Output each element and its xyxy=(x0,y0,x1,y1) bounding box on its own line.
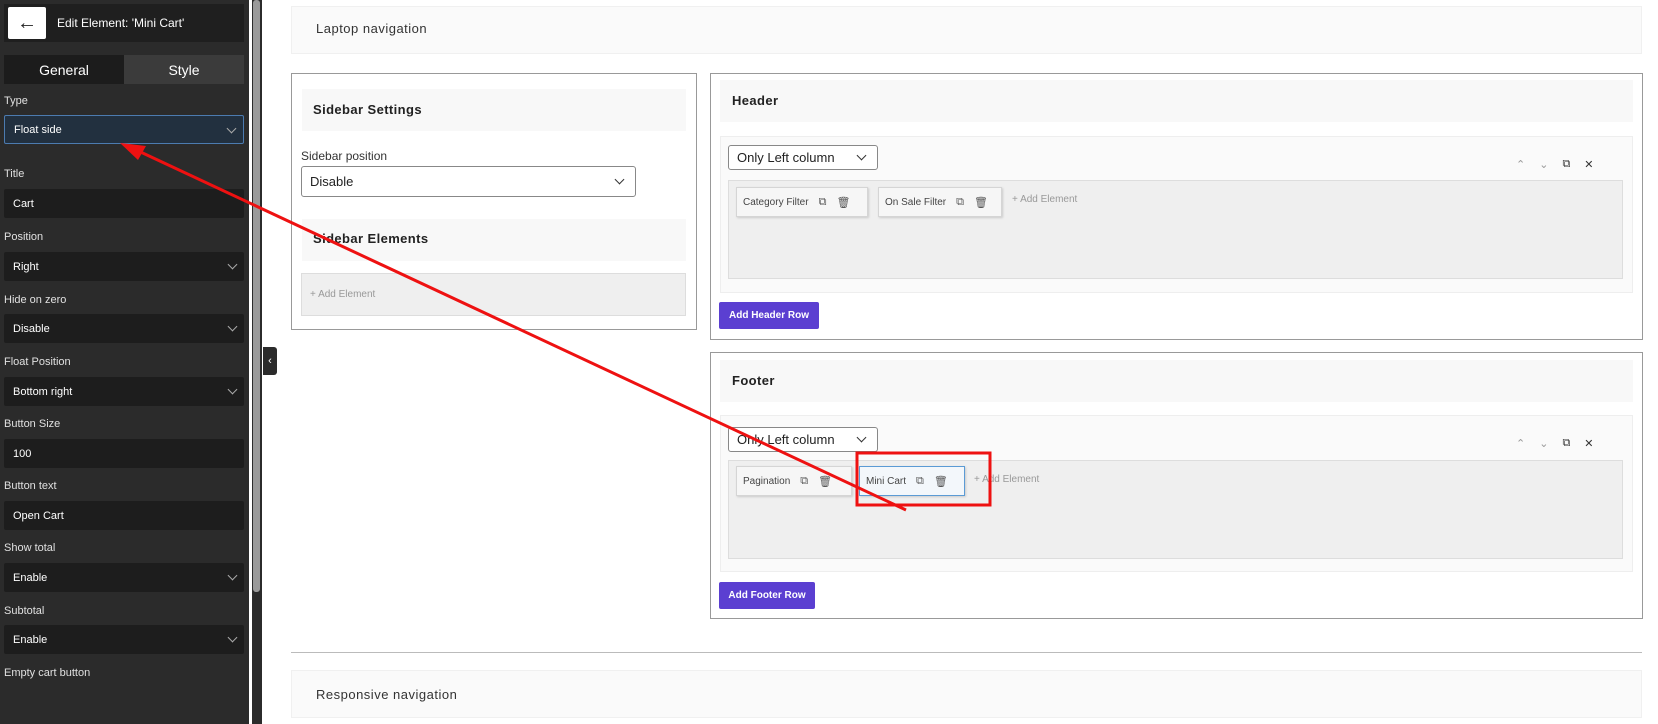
header-section-header xyxy=(720,80,1633,122)
duplicate-icon[interactable]: ⧉ xyxy=(819,196,827,209)
empty-cart-button-label: Empty cart button xyxy=(4,667,91,679)
panel-scrollbar-thumb[interactable] xyxy=(253,0,260,592)
chevron-down-icon xyxy=(856,432,867,443)
sidebar-settings-title: Sidebar Settings xyxy=(313,102,422,117)
button-size-value: 100 xyxy=(13,447,32,460)
duplicate-icon[interactable]: ⧉ xyxy=(1562,437,1570,450)
footer-column-value: Only Left column xyxy=(737,432,835,447)
chip-label: On Sale Filter xyxy=(885,196,947,208)
button-text-input[interactable]: Open Cart xyxy=(4,501,244,530)
chip-mini-cart[interactable]: Mini Cart ⧉ 🗑 xyxy=(859,466,965,496)
edit-element-panel: ← Edit Element: 'Mini Cart' General Styl… xyxy=(0,0,249,724)
chip-pagination[interactable]: Pagination ⧉ 🗑 xyxy=(736,466,852,496)
type-value: Float side xyxy=(14,123,62,136)
laptop-navigation-title: Laptop navigation xyxy=(316,21,428,36)
button-text-label: Button text xyxy=(4,480,57,492)
chip-label: Pagination xyxy=(743,475,791,487)
button-size-label: Button Size xyxy=(4,418,61,430)
panel-title: Edit Element: 'Mini Cart' xyxy=(57,16,185,30)
footer-title: Footer xyxy=(732,373,775,388)
responsive-navigation-title: Responsive navigation xyxy=(316,687,458,702)
sidebar-elements-title: Sidebar Elements xyxy=(313,231,429,246)
panel-header: ← Edit Element: 'Mini Cart' xyxy=(4,4,244,42)
chevron-down-icon xyxy=(227,570,238,581)
footer-section-header xyxy=(720,360,1633,402)
sidebar-position-select[interactable]: Disable xyxy=(301,166,636,197)
responsive-navigation-bar xyxy=(291,670,1642,718)
laptop-navigation-bar xyxy=(291,6,1642,54)
sidebar-add-element[interactable]: + Add Element xyxy=(301,273,686,316)
hide-on-zero-select[interactable]: Disable xyxy=(4,314,244,343)
subtotal-label: Subtotal xyxy=(4,605,45,617)
trash-icon[interactable]: 🗑 xyxy=(836,196,850,209)
chip-category-filter[interactable]: Category Filter ⧉ 🗑 xyxy=(736,187,868,217)
chip-label: Mini Cart xyxy=(866,475,907,487)
chevron-down-icon xyxy=(227,632,238,643)
button-text-value: Open Cart xyxy=(13,509,64,522)
header-row-actions: ⌃ ⌄ ⧉ ✕ xyxy=(1516,158,1594,171)
panel-tabs: General Style xyxy=(4,55,244,84)
title-input[interactable]: Cart xyxy=(4,189,244,218)
add-footer-row-button[interactable]: Add Footer Row xyxy=(719,582,815,609)
chevron-down-icon xyxy=(614,174,625,185)
show-total-value: Enable xyxy=(13,571,48,584)
chip-on-sale-filter[interactable]: On Sale Filter ⧉ 🗑 xyxy=(878,187,1002,217)
footer-column-select[interactable]: Only Left column xyxy=(728,427,878,452)
show-total-select[interactable]: Enable xyxy=(4,563,244,592)
subtotal-value: Enable xyxy=(13,633,48,646)
float-position-value: Bottom right xyxy=(13,385,73,398)
move-down-icon[interactable]: ⌄ xyxy=(1539,437,1548,450)
duplicate-icon[interactable]: ⧉ xyxy=(1562,158,1570,171)
move-up-icon[interactable]: ⌃ xyxy=(1516,158,1525,171)
subtotal-select[interactable]: Enable xyxy=(4,625,244,654)
trash-icon[interactable]: 🗑 xyxy=(818,475,832,488)
header-column-value: Only Left column xyxy=(737,150,835,165)
position-label: Position xyxy=(4,231,44,243)
chevron-down-icon xyxy=(226,123,237,134)
add-header-row-button[interactable]: Add Header Row xyxy=(719,302,819,329)
chevron-down-icon xyxy=(856,150,867,161)
float-position-label: Float Position xyxy=(4,356,71,368)
section-divider xyxy=(291,652,1642,653)
chevron-down-icon xyxy=(227,384,238,395)
hide-on-zero-label: Hide on zero xyxy=(4,294,67,306)
chip-label: Category Filter xyxy=(743,196,809,208)
footer-row-actions: ⌃ ⌄ ⧉ ✕ xyxy=(1516,437,1594,450)
type-label: Type xyxy=(4,95,28,107)
footer-add-element[interactable]: + Add Element xyxy=(974,474,1039,485)
button-size-input[interactable]: 100 xyxy=(4,439,244,468)
close-icon[interactable]: ✕ xyxy=(1584,158,1593,171)
title-label: Title xyxy=(4,168,25,180)
sidebar-position-value: Disable xyxy=(310,174,354,189)
add-element-label: + Add Element xyxy=(310,289,376,300)
close-icon[interactable]: ✕ xyxy=(1584,437,1593,450)
type-select[interactable]: Float side xyxy=(4,115,244,144)
collapse-panel-icon[interactable]: ‹ xyxy=(263,347,277,375)
chevron-down-icon xyxy=(227,321,238,332)
hide-on-zero-value: Disable xyxy=(13,322,50,335)
back-arrow-icon[interactable]: ← xyxy=(8,7,46,39)
sidebar-position-label: Sidebar position xyxy=(301,149,388,163)
position-value: Right xyxy=(13,260,39,273)
duplicate-icon[interactable]: ⧉ xyxy=(800,475,808,488)
move-up-icon[interactable]: ⌃ xyxy=(1516,437,1525,450)
tab-style[interactable]: Style xyxy=(124,55,244,84)
chevron-down-icon xyxy=(227,259,238,270)
header-add-element[interactable]: + Add Element xyxy=(1012,194,1077,205)
header-column-select[interactable]: Only Left column xyxy=(728,145,878,170)
trash-icon[interactable]: 🗑 xyxy=(934,475,948,488)
show-total-label: Show total xyxy=(4,542,56,554)
title-value: Cart xyxy=(13,197,34,210)
float-position-select[interactable]: Bottom right xyxy=(4,377,244,406)
trash-icon[interactable]: 🗑 xyxy=(974,196,988,209)
header-title: Header xyxy=(732,93,779,108)
duplicate-icon[interactable]: ⧉ xyxy=(916,475,924,488)
position-select[interactable]: Right xyxy=(4,252,244,281)
tab-general[interactable]: General xyxy=(4,55,124,84)
duplicate-icon[interactable]: ⧉ xyxy=(956,196,964,209)
move-down-icon[interactable]: ⌄ xyxy=(1539,158,1548,171)
